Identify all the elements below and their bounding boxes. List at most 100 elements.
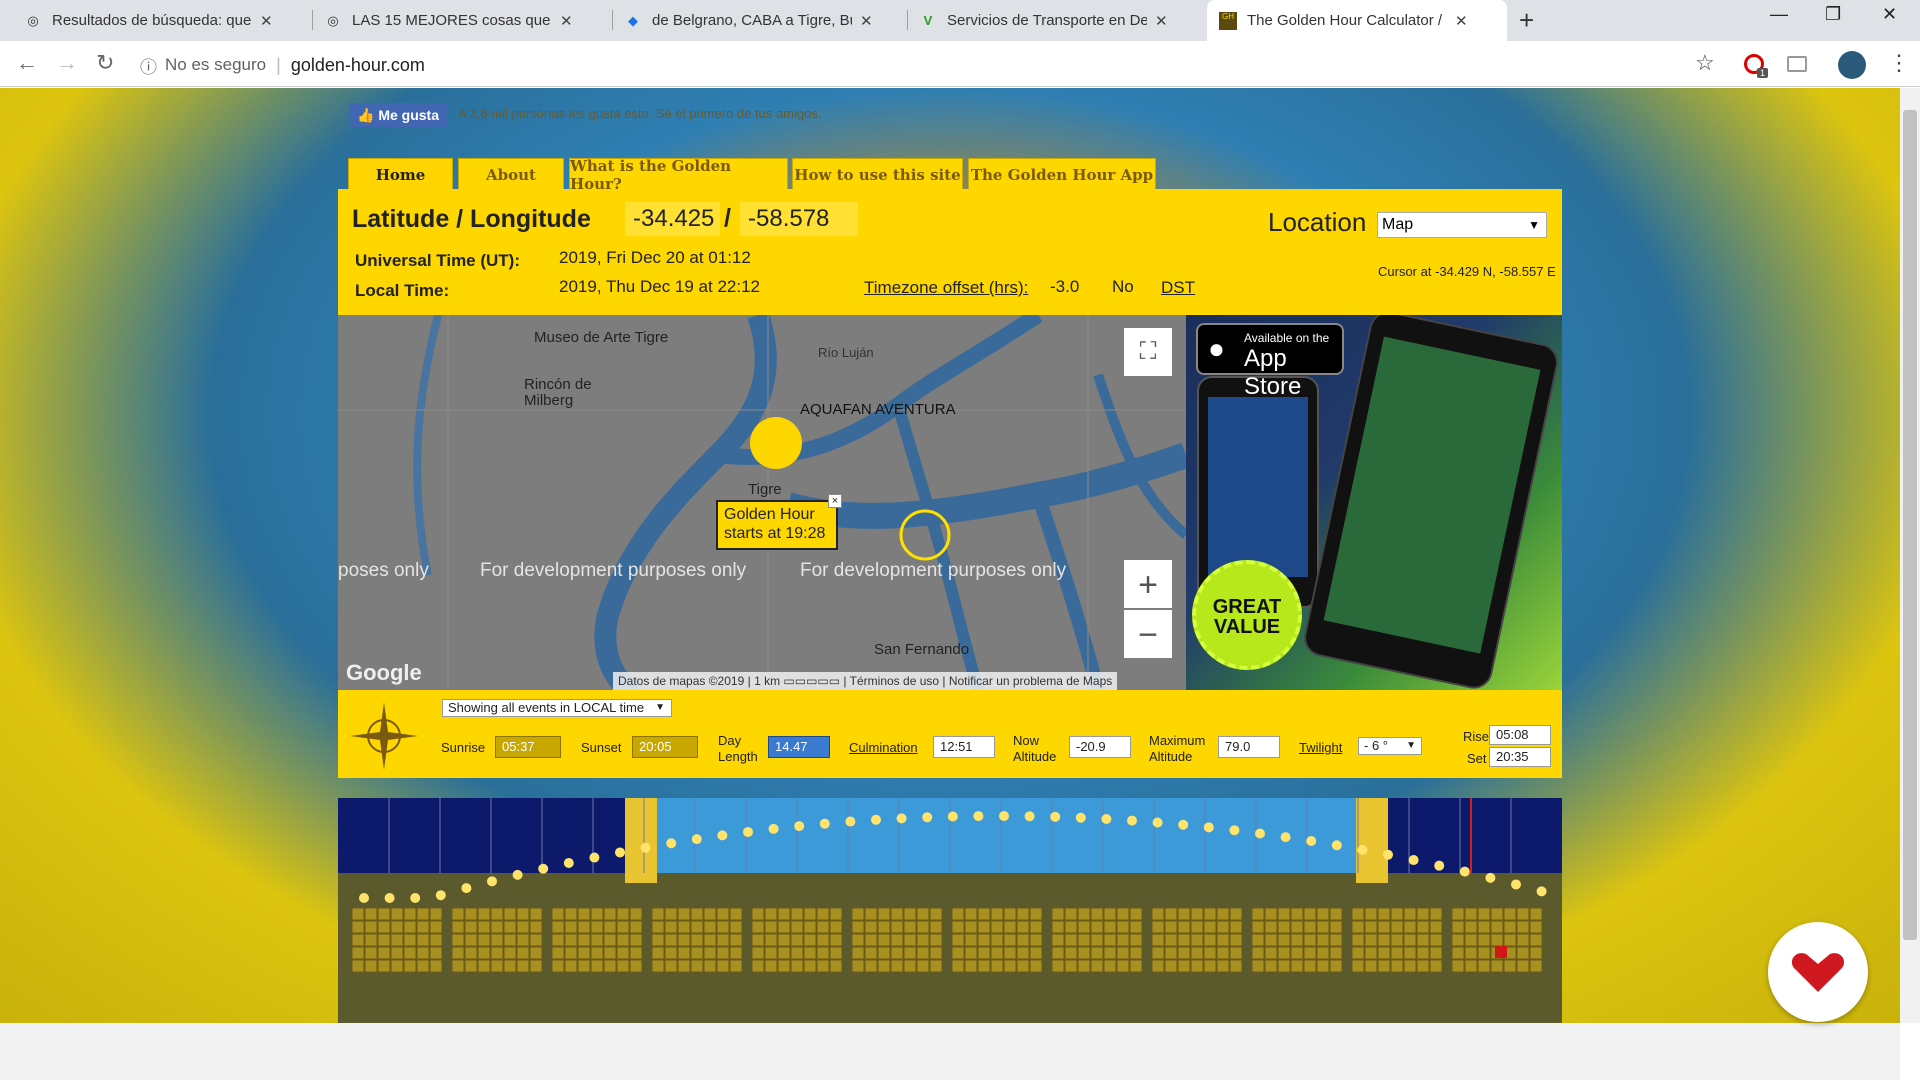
calendar-day-cell [851,933,865,947]
omnibox[interactable]: ⓘ No es seguro | golden-hour.com [140,50,425,80]
minimize-icon[interactable]: — [1770,4,1788,25]
close-icon[interactable]: ✕ [860,12,873,30]
thumbs-up-icon: 👍 [357,107,375,123]
timezone-label[interactable]: Timezone offset (hrs): [864,278,1028,298]
tab-what-is-golden-hour[interactable]: What is the Golden Hour? [569,157,788,193]
calendar-day-cell [551,959,565,973]
sun-position-dot [589,852,600,863]
report-link[interactable]: Notificar un problema de Maps [949,674,1112,688]
time-mode-select[interactable]: Showing all events in LOCAL time ▼ [442,699,672,717]
scrollbar-thumb[interactable] [1903,110,1917,940]
menu-icon[interactable]: ⋮ [1888,50,1910,76]
calendar-day-cell [1364,907,1378,921]
avatar[interactable] [1838,51,1866,79]
cast-icon[interactable] [1787,56,1807,72]
browser-tab[interactable]: ◎ LAS 15 MEJORES cosas que hace ✕ [312,0,612,41]
calendar-day-cell [1090,907,1104,921]
calendar-day-cell [1103,907,1117,921]
security-label: No es seguro [165,55,267,74]
calendar-day-cell [1316,959,1330,973]
twilight-select[interactable]: - 6 ° ▼ [1358,737,1422,755]
app-ad[interactable]: ● Available on the App Store GREAT VALUE [1186,315,1562,690]
fb-like-button[interactable]: 👍 Me gusta [349,103,448,127]
close-icon[interactable]: ✕ [260,12,273,30]
calendar-day-cell [729,933,743,947]
zoom-out-button[interactable]: − [1124,610,1172,658]
browser-tab[interactable]: ◆ de Belgrano, CABA a Tigre, Buen ✕ [612,0,907,41]
close-icon[interactable]: ✕ [1455,12,1468,30]
calendar-day-cell [1490,933,1504,947]
calendar-day-cell [629,920,643,934]
calendar-day-cell [416,907,430,921]
app-store-badge[interactable]: ● Available on the App Store [1196,323,1344,400]
window-close-icon[interactable]: ✕ [1882,4,1897,25]
sun-position-dot [1408,855,1419,866]
apple-icon: ● [1208,333,1225,364]
sun-timeline[interactable] [338,798,1562,1023]
calendar-day-cell [516,907,530,921]
maximize-icon[interactable]: ❐ [1825,4,1841,25]
label-line: Altitude [1013,749,1057,764]
culmination-label[interactable]: Culmination [849,740,918,755]
calendar-day-cell [1151,907,1165,921]
back-icon[interactable]: ← [16,50,38,76]
close-icon[interactable]: ✕ [560,12,573,30]
dst-value[interactable]: No [1112,277,1134,297]
calendar-day-cell [1403,933,1417,947]
fullscreen-button[interactable]: ⛶ [1124,328,1172,376]
star-icon[interactable]: ☆ [1695,50,1715,76]
chevron-down-icon: ▼ [1528,218,1540,232]
calendar-day-cell [990,907,1004,921]
calendar-day-cell [429,933,443,947]
tab-home[interactable]: Home [348,158,453,190]
calendar-day-cell [1316,907,1330,921]
sun-position-dot [947,811,958,822]
tab-how-to-use[interactable]: How to use this site [792,158,963,190]
calendar-day-cell [1003,946,1017,960]
calendar-day-cell [590,933,604,947]
longitude-input[interactable]: -58.578 [740,202,858,236]
dev-watermark: For development purposes only [800,560,1067,581]
location-select[interactable]: Map ▼ [1377,212,1547,238]
calendar-day-cell [577,920,591,934]
browser-tab-active[interactable]: GH The Golden Hour Calculator / Su ✕ [1207,0,1507,41]
dst-label[interactable]: DST [1161,278,1195,298]
twilight-label[interactable]: Twilight [1299,740,1342,755]
calendar-day-cell [951,946,965,960]
now-altitude-value: -20.9 [1069,736,1131,758]
terms-link[interactable]: Términos de uso [850,674,939,688]
browser-tab[interactable]: V Servicios de Transporte en Delta ✕ [907,0,1205,41]
browser-tab[interactable]: ◎ Resultados de búsqueda: que ha ✕ [12,0,312,41]
timezone-input[interactable]: -3.0 [1050,277,1079,297]
calendar-day-cell [490,920,504,934]
calendar-day-cell [1177,933,1191,947]
calendar-day-cell [364,933,378,947]
calendar-day-cell [1251,907,1265,921]
calendar-day-cell [403,959,417,973]
latitude-input[interactable]: -34.425 [625,202,720,236]
floating-logo-button[interactable] [1768,922,1868,1022]
calendar-day-cell [803,933,817,947]
close-icon[interactable]: ✕ [1155,12,1168,30]
calendar-day-cell [851,920,865,934]
sun-position-dot [1024,811,1035,822]
tab-about[interactable]: About [458,158,564,190]
sun-position-dot [435,890,446,901]
calendar-day-cell [1190,946,1204,960]
reload-icon[interactable]: ↻ [96,50,114,76]
url-text[interactable]: golden-hour.com [291,55,425,76]
calendar-day-cell [864,933,878,947]
new-tab-button[interactable]: + [1519,5,1534,36]
tab-golden-hour-app[interactable]: The Golden Hour App [968,158,1156,190]
tab-label: Home [375,165,426,184]
calendar-day-cell [716,907,730,921]
info-icon[interactable]: ⓘ [140,53,157,78]
calendar-day-cell [1016,920,1030,934]
forward-icon[interactable]: → [56,50,78,76]
local-time-value: 2019, Thu Dec 19 at 22:12 [559,277,761,296]
popup-close-icon[interactable]: × [828,494,842,508]
sun-position-dot [1331,840,1342,851]
chevron-down-icon: ▼ [655,702,665,713]
sunrise-label: Sunrise [441,740,486,755]
zoom-in-button[interactable]: + [1124,560,1172,608]
